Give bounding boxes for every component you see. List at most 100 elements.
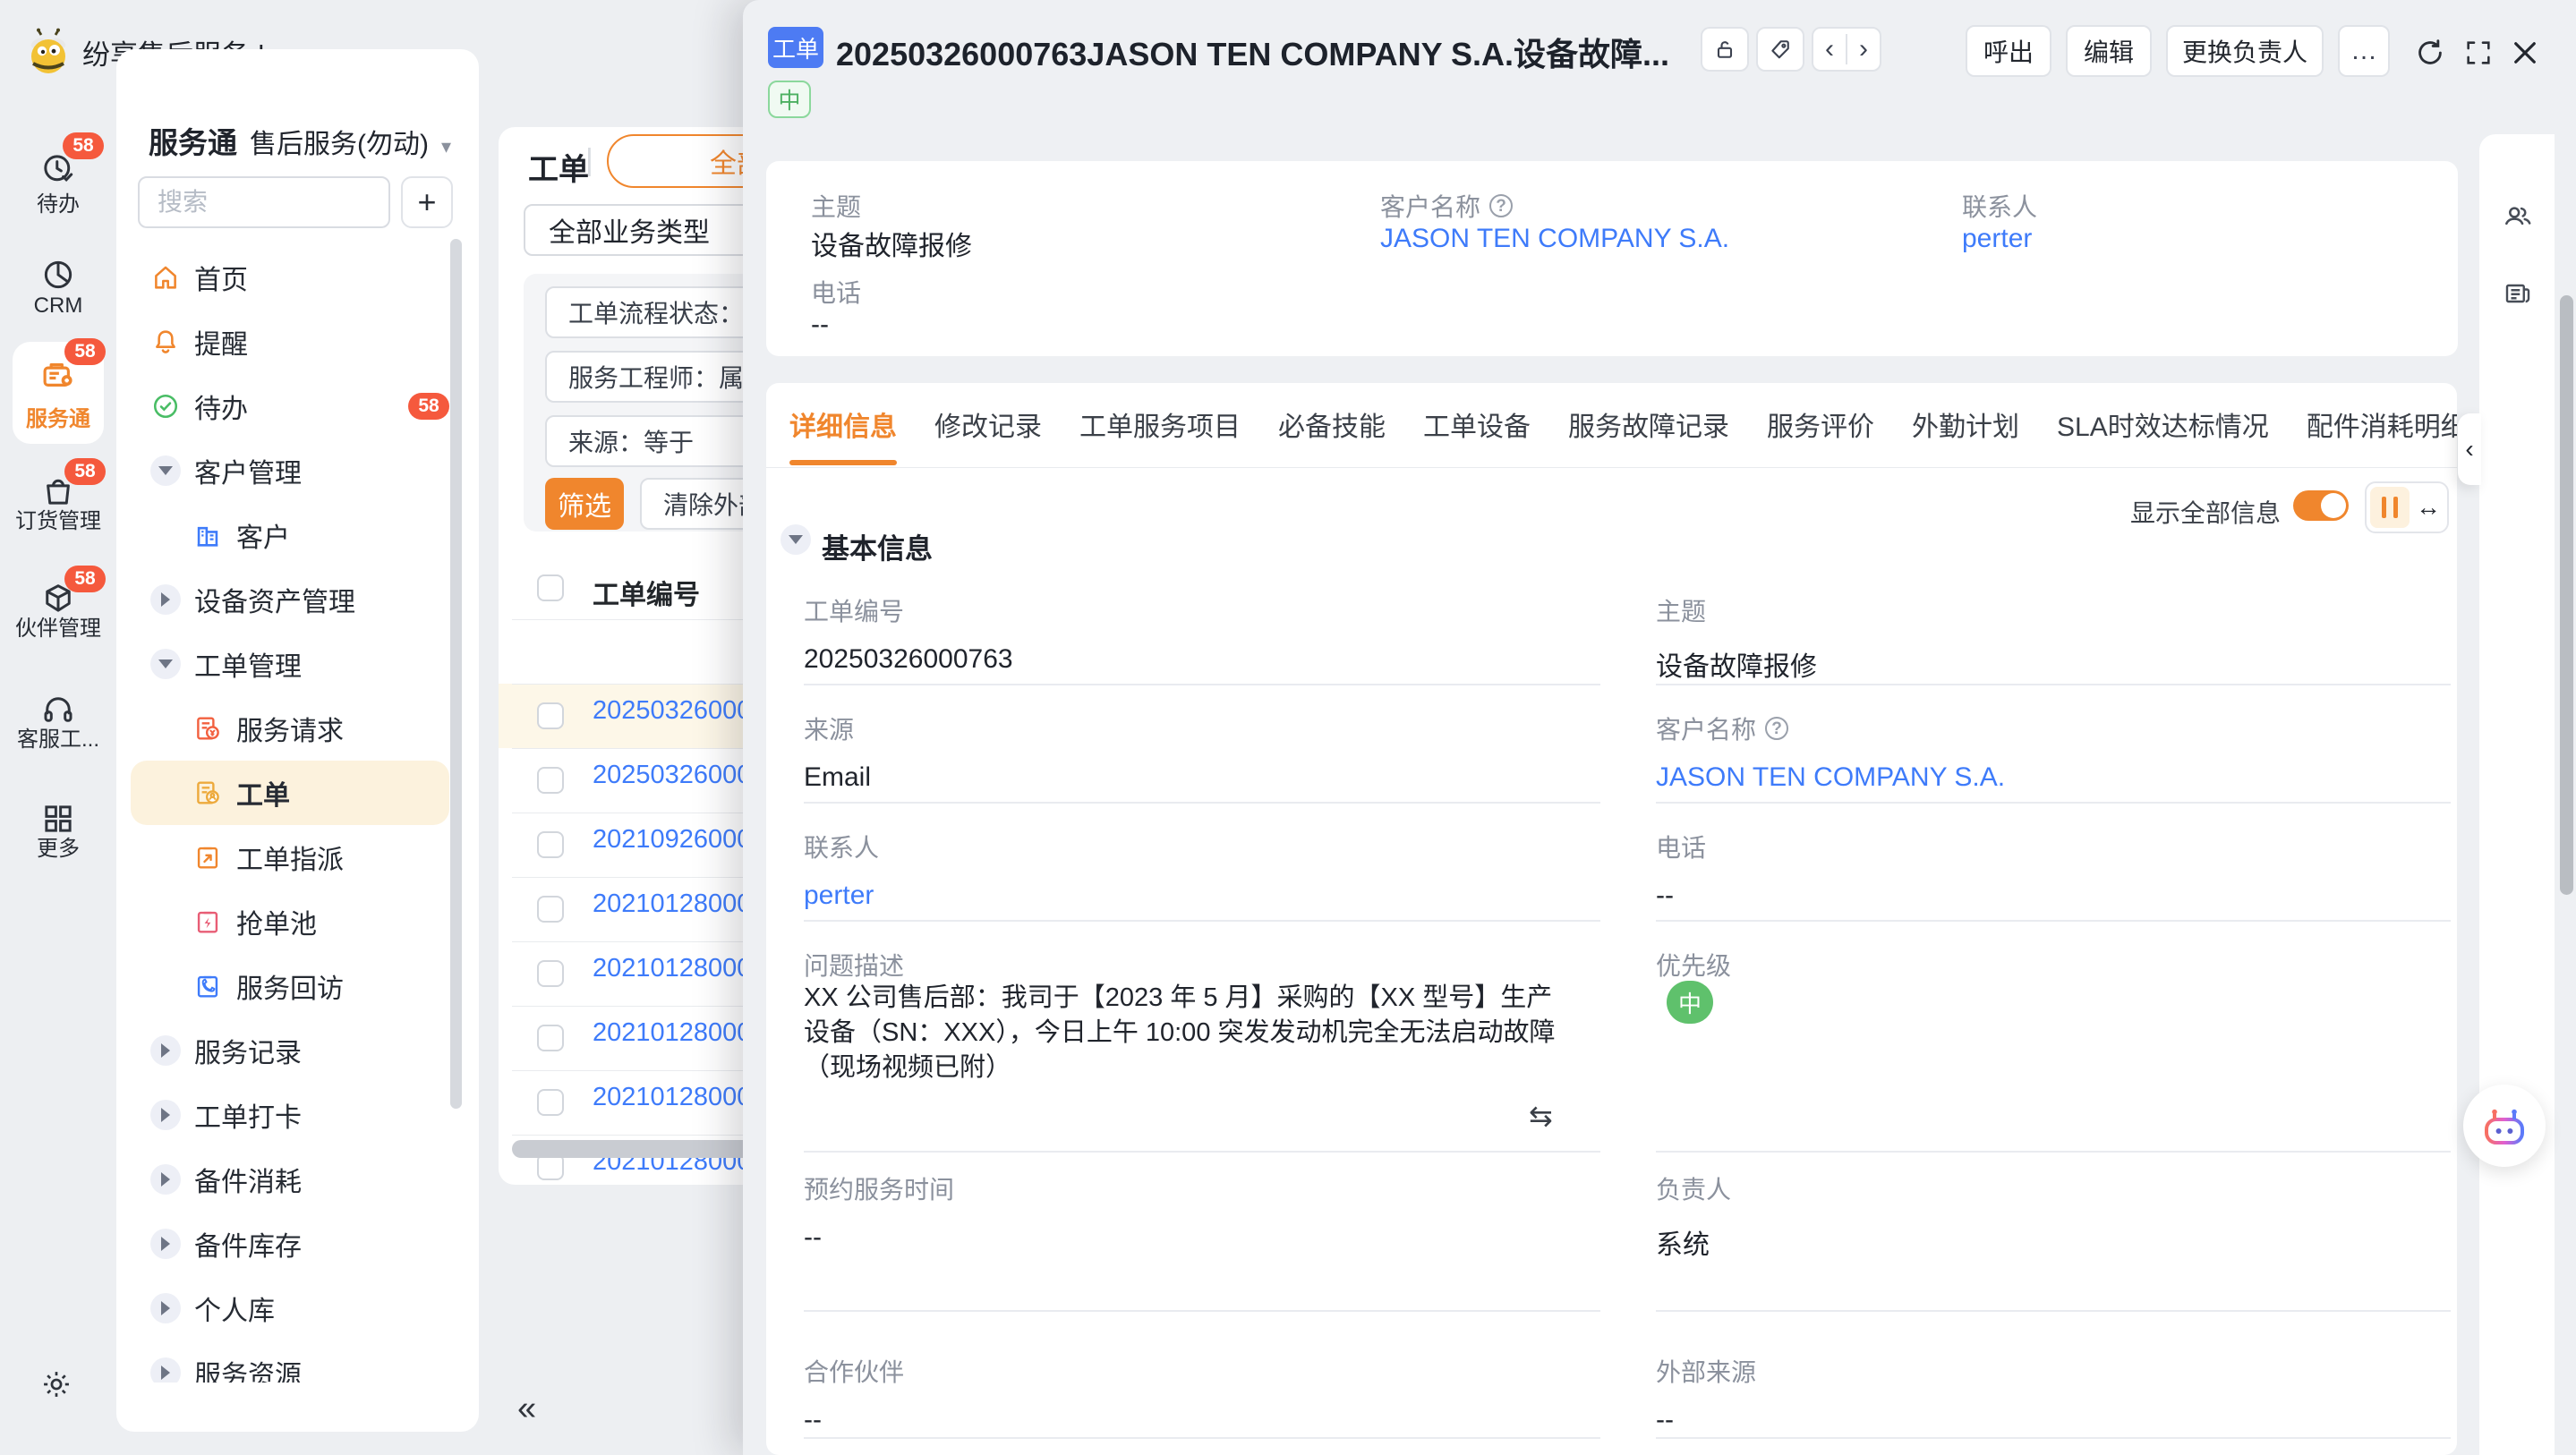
sidebar-group-parts-stock[interactable]: 备件库存 bbox=[116, 1212, 449, 1276]
translate-icon[interactable]: ⇆ bbox=[1529, 1099, 1553, 1133]
field-customer-link[interactable]: JASON TEN COMPANY S.A. bbox=[1656, 762, 2005, 793]
field-contact-link[interactable]: perter bbox=[804, 881, 874, 911]
field-customer-label: 客户名称 ? bbox=[1656, 710, 1788, 746]
sidebar-item-service-request[interactable]: 服务请求 bbox=[116, 696, 449, 761]
gear-icon bbox=[39, 1367, 73, 1401]
summary-contact-label: 联系人 bbox=[1962, 188, 2037, 224]
workorder-link[interactable]: 202503260007 bbox=[593, 696, 766, 726]
sidebar-item-todo[interactable]: 待办 bbox=[116, 374, 449, 438]
caret-down-icon bbox=[150, 455, 181, 486]
workorder-link[interactable]: 202101280000 bbox=[593, 954, 766, 983]
table-header-code: 工单编号 bbox=[593, 573, 700, 612]
workorder-link[interactable]: 202101280000 bbox=[593, 1018, 766, 1048]
field-priority-label: 优先级 bbox=[1656, 947, 1731, 983]
row-checkbox[interactable] bbox=[537, 896, 564, 923]
team-panel-button[interactable] bbox=[2500, 199, 2536, 233]
sidebar-group-service-resource[interactable]: 服务资源 bbox=[116, 1340, 449, 1383]
tab-detail-info[interactable]: 详细信息 bbox=[789, 404, 897, 444]
row-checkbox[interactable] bbox=[537, 960, 564, 987]
sidebar-group-checkin[interactable]: 工单打卡 bbox=[116, 1083, 449, 1147]
help-icon[interactable]: ? bbox=[1489, 194, 1513, 217]
sidebar-item-customers[interactable]: 客户 bbox=[116, 503, 449, 567]
select-all-checkbox[interactable] bbox=[537, 574, 564, 601]
dispatch-icon bbox=[192, 842, 223, 872]
sidebar-item-label: 客户 bbox=[236, 515, 290, 555]
sidebar-group-assets[interactable]: 设备资产管理 bbox=[116, 567, 449, 632]
close-button[interactable] bbox=[2508, 36, 2542, 70]
sidebar-group-parts-consume[interactable]: 备件消耗 bbox=[116, 1147, 449, 1212]
pause-columns-button[interactable] bbox=[2370, 487, 2410, 528]
sidebar-item-visit[interactable]: 服务回访 bbox=[116, 954, 449, 1018]
drawer-title: 20250326000763JASON TEN COMPANY S.A.设备故障… bbox=[836, 29, 1669, 75]
prev-record-button[interactable]: ‹ bbox=[1813, 34, 1847, 64]
sidebar-group-label: 服务资源 bbox=[194, 1353, 302, 1383]
sidebar-group-personal-stock[interactable]: 个人库 bbox=[116, 1276, 449, 1340]
tab-service-items[interactable]: 工单服务项目 bbox=[1079, 404, 1241, 444]
sidebar-group-label: 工单打卡 bbox=[194, 1095, 302, 1135]
sidebar-group-workorder-mgmt[interactable]: 工单管理 bbox=[116, 632, 449, 696]
tab-fault-records[interactable]: 服务故障记录 bbox=[1568, 404, 1729, 444]
settings-button[interactable] bbox=[39, 1367, 73, 1401]
lock-button[interactable] bbox=[1701, 27, 1749, 72]
sidebar-app-switcher[interactable]: 服务通 售后服务(勿动) ▾ bbox=[149, 119, 451, 162]
drawer-scrollbar[interactable] bbox=[2560, 295, 2573, 895]
field-underline bbox=[804, 920, 1600, 922]
sidebar-item-dispatch[interactable]: 工单指派 bbox=[116, 825, 449, 889]
tab-parts-detail[interactable]: 配件消耗明细 bbox=[2307, 404, 2457, 444]
drawer-collapse-handle[interactable]: ‹ bbox=[2458, 413, 2481, 485]
help-icon[interactable]: ? bbox=[1765, 717, 1788, 740]
sidebar-scrollbar[interactable] bbox=[450, 239, 462, 1109]
sidebar-item-order-pool[interactable]: 抢单池 bbox=[116, 889, 449, 954]
workorder-link[interactable]: 202109260000 bbox=[593, 825, 766, 855]
change-owner-button[interactable]: 更换负责人 bbox=[2166, 25, 2324, 77]
service-visit-icon bbox=[192, 971, 223, 1001]
tab-change-log[interactable]: 修改记录 bbox=[934, 404, 1042, 444]
field-underline bbox=[804, 1437, 1600, 1439]
add-button[interactable]: + bbox=[401, 176, 453, 228]
edit-button[interactable]: 编辑 bbox=[2066, 25, 2152, 77]
refresh-button[interactable] bbox=[2413, 36, 2447, 70]
sidebar-item-home[interactable]: 首页 bbox=[116, 245, 449, 310]
sidebar-collapse-button[interactable]: « bbox=[517, 1390, 536, 1428]
tab-devices[interactable]: 工单设备 bbox=[1423, 404, 1531, 444]
fullscreen-button[interactable] bbox=[2463, 38, 2494, 68]
summary-contact-link[interactable]: perter bbox=[1962, 224, 2032, 254]
sidebar-group-customer-mgmt[interactable]: 客户管理 bbox=[116, 438, 449, 503]
rail-item-crm[interactable] bbox=[0, 256, 116, 294]
rail-item-support-label: 客服工... bbox=[0, 721, 116, 753]
home-icon bbox=[150, 262, 181, 293]
news-panel-button[interactable] bbox=[2502, 277, 2534, 310]
show-all-info-toggle[interactable] bbox=[2293, 490, 2349, 521]
row-checkbox[interactable] bbox=[537, 1089, 564, 1116]
sidebar-item-reminder[interactable]: 提醒 bbox=[116, 310, 449, 374]
assistant-button[interactable] bbox=[2463, 1085, 2546, 1167]
tab-required-skills[interactable]: 必备技能 bbox=[1278, 404, 1386, 444]
field-external-label: 外部来源 bbox=[1656, 1353, 1756, 1389]
workorder-link[interactable]: 202101280000 bbox=[593, 1083, 766, 1112]
row-checkbox[interactable] bbox=[537, 831, 564, 858]
priority-header-badge: 中 bbox=[768, 81, 811, 118]
summary-customer-link[interactable]: JASON TEN COMPANY S.A. bbox=[1380, 224, 1729, 254]
sidebar-item-workorder[interactable]: 工单 bbox=[116, 761, 449, 825]
sidebar-group-service-records[interactable]: 服务记录 bbox=[116, 1018, 449, 1083]
search-input[interactable] bbox=[138, 176, 390, 228]
tab-service-rating[interactable]: 服务评价 bbox=[1767, 404, 1874, 444]
filter-apply-button[interactable]: 筛选 bbox=[545, 478, 624, 530]
row-checkbox[interactable] bbox=[537, 767, 564, 794]
field-contact-label: 联系人 bbox=[804, 829, 879, 864]
call-out-button[interactable]: 呼出 bbox=[1966, 25, 2051, 77]
workorder-link[interactable]: 202503260007 bbox=[593, 761, 766, 790]
close-icon bbox=[2508, 36, 2542, 70]
tag-button[interactable] bbox=[1756, 27, 1804, 72]
workorder-link[interactable]: 202101280000 bbox=[593, 889, 766, 919]
more-actions-button[interactable]: … bbox=[2338, 25, 2390, 77]
expand-width-button[interactable]: ↔ bbox=[2410, 493, 2447, 522]
rail-item-todo-label: 待办 bbox=[0, 186, 116, 217]
row-checkbox[interactable] bbox=[537, 1025, 564, 1051]
tab-sla[interactable]: SLA时效达标情况 bbox=[2057, 404, 2269, 444]
next-record-button[interactable]: › bbox=[1847, 34, 1880, 64]
tab-field-plan[interactable]: 外勤计划 bbox=[1912, 404, 2019, 444]
section-collapse-caret[interactable] bbox=[780, 524, 811, 555]
row-checkbox[interactable] bbox=[537, 702, 564, 729]
filter-chip-label: 来源：等于 bbox=[568, 423, 694, 459]
